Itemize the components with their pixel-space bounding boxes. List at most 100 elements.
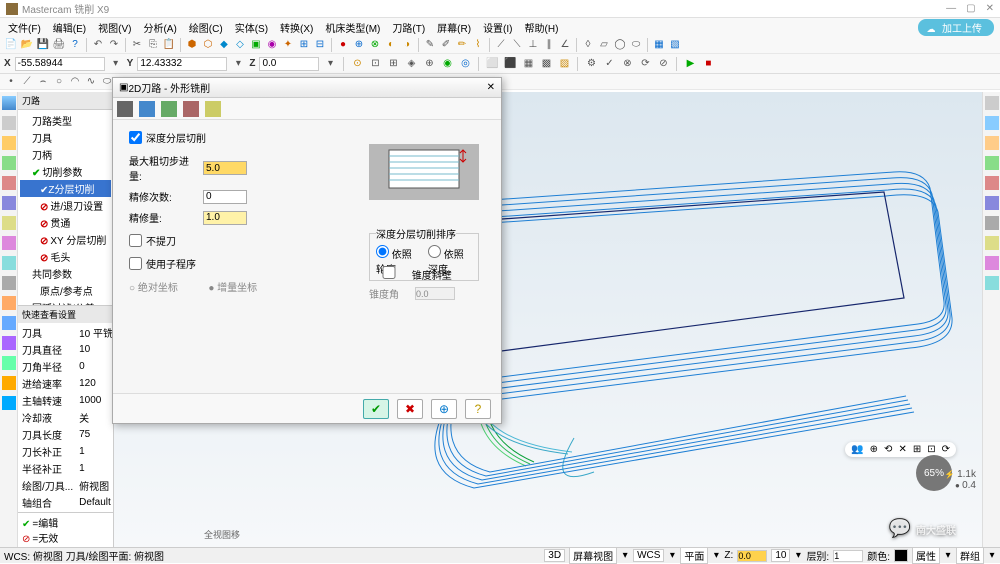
close-icon[interactable]: ✕ [986,3,994,14]
status-z-input[interactable] [737,550,767,562]
snap-icon[interactable]: ◈ [404,57,418,71]
depth-cuts-checkbox[interactable]: 深度分层切削 [129,130,485,145]
status-attrs[interactable]: 属性 [912,547,940,564]
tool-icon[interactable]: ⬢ [185,38,199,52]
snap-icon[interactable]: ⊕ [422,57,436,71]
new-icon[interactable]: 📄 [4,38,18,52]
undo-icon[interactable]: ↶ [91,38,105,52]
tool-icon[interactable]: ◉ [265,38,279,52]
finish-count-input[interactable] [203,190,247,204]
rtool-icon[interactable] [985,156,999,170]
tool-icon[interactable]: ◐ [384,38,398,52]
geom-icon[interactable]: ⟋ [20,75,34,89]
ltool-icon[interactable] [2,216,16,230]
x-input[interactable] [15,57,105,71]
menu-file[interactable]: 文件(F) [4,20,45,35]
tool-icon[interactable]: ⊞ [297,38,311,52]
float-icon[interactable]: ✕ [898,444,906,455]
ok-button[interactable]: ✔ [363,399,389,419]
regenerate-button[interactable]: ⊕ [431,399,457,419]
float-icon[interactable]: ⊡ [927,444,935,455]
float-icon[interactable]: ⟳ [942,444,950,455]
tool-icon[interactable]: ✏ [455,38,469,52]
float-icon[interactable]: ⊞ [913,444,921,455]
tool-icon[interactable]: ● [336,38,350,52]
ltool-icon[interactable] [2,396,16,410]
tool-icon[interactable]: ⬭ [629,38,643,52]
ltool-icon[interactable] [2,316,16,330]
taper-checkbox[interactable]: 锥度斜壁 [369,271,452,282]
geom-icon[interactable]: ◠ [68,75,82,89]
geom-icon[interactable]: ∿ [84,75,98,89]
status-groups[interactable]: 群组 [956,547,984,564]
print-icon[interactable]: 🖨 [52,38,66,52]
tool-icon[interactable]: ◆ [217,38,231,52]
tool-icon[interactable]: ✦ [281,38,295,52]
menu-help[interactable]: 帮助(H) [521,20,563,35]
ltool-icon[interactable] [2,356,16,370]
dtool-icon[interactable] [205,101,221,117]
float-icon[interactable]: 👥 [851,444,863,455]
tool-icon[interactable]: ✎ [423,38,437,52]
tree-item[interactable]: ✔切削参数 [20,163,111,180]
tool-icon[interactable]: ⟍ [510,38,524,52]
dialog-titlebar[interactable]: ▣ 2D刀路 - 外形铣削 ✕ [113,78,501,98]
status-wcs[interactable]: WCS [633,549,664,562]
tool-icon[interactable]: ⊕ [352,38,366,52]
float-icon[interactable]: ⊕ [870,444,878,455]
dtool-icon[interactable] [161,101,177,117]
tool-icon[interactable]: ◑ [400,38,414,52]
view-icon[interactable]: ▨ [557,57,571,71]
tool-icon[interactable]: ▣ [249,38,263,52]
snap-icon[interactable]: ◎ [458,57,472,71]
ltool-icon[interactable] [2,376,16,390]
rtool-icon[interactable] [985,216,999,230]
tool-icon[interactable]: ⟋ [494,38,508,52]
ltool-icon[interactable] [2,176,16,190]
cancel-button[interactable]: ✖ [397,399,423,419]
menu-transform[interactable]: 转换(X) [276,20,317,35]
dialog-close-icon[interactable]: ✕ [487,82,495,93]
menu-screen[interactable]: 屏幕(R) [433,20,475,35]
misc-icon[interactable]: ▶ [683,57,697,71]
geom-icon[interactable]: • [4,75,18,89]
z-input[interactable] [259,57,319,71]
rtool-icon[interactable] [985,176,999,190]
tree-item[interactable]: ⊘毛头 [20,248,111,265]
menu-edit[interactable]: 编辑(E) [49,20,90,35]
geom-icon[interactable]: ⌢ [36,75,50,89]
menu-settings[interactable]: 设置(I) [479,20,516,35]
snap-icon[interactable]: ◉ [440,57,454,71]
open-icon[interactable]: 📂 [20,38,34,52]
rtool-icon[interactable] [985,116,999,130]
ltool-icon[interactable] [2,296,16,310]
status-layer[interactable]: 10 [771,549,790,562]
dropdown-icon[interactable]: ▾ [323,57,337,71]
rtool-icon[interactable] [985,96,999,110]
ltool-icon[interactable] [2,336,16,350]
status-color-swatch[interactable] [894,549,908,562]
status-layer-input[interactable] [833,550,863,562]
subprogram-check[interactable] [129,257,142,270]
menu-view[interactable]: 视图(V) [94,20,135,35]
rtool-icon[interactable] [985,196,999,210]
paste-icon[interactable]: 📋 [162,38,176,52]
maximize-icon[interactable]: ▢ [966,3,975,14]
menu-draw[interactable]: 绘图(C) [185,20,227,35]
tool-icon[interactable]: ⬡ [201,38,215,52]
ltool-icon[interactable] [2,276,16,290]
tool-icon[interactable]: ◯ [613,38,627,52]
tool-icon[interactable]: ▱ [597,38,611,52]
dropdown-icon[interactable]: ▾ [231,57,245,71]
ltool-icon[interactable] [2,156,16,170]
tool-icon[interactable]: ⊟ [313,38,327,52]
rtool-icon[interactable] [985,236,999,250]
ltool-icon[interactable] [2,116,16,130]
ltool-icon[interactable] [2,96,16,110]
tool-icon[interactable]: ◇ [233,38,247,52]
tree-item[interactable]: 原点/参考点 [20,282,111,299]
tool-icon[interactable]: ∠ [558,38,572,52]
tool-icon[interactable]: ⊥ [526,38,540,52]
geom-icon[interactable]: ○ [52,75,66,89]
misc-icon[interactable]: ■ [701,57,715,71]
